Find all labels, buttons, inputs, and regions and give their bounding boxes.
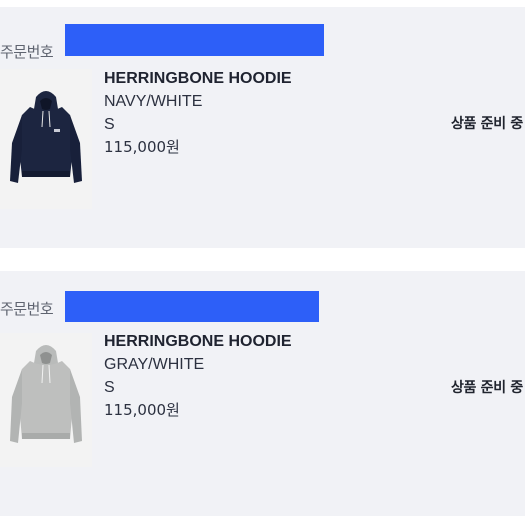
navy-hoodie-icon <box>10 91 82 183</box>
product-name[interactable]: HERRINGBONE HOODIE <box>104 67 292 90</box>
order-number-label: 주문번호 <box>0 43 54 61</box>
product-info: HERRINGBONE HOODIE NAVY/WHITE S 115,000원 <box>104 67 292 159</box>
product-price: 115,000원 <box>104 401 180 419</box>
product-image[interactable] <box>0 69 92 209</box>
product-name[interactable]: HERRINGBONE HOODIE <box>104 330 292 353</box>
order-list: 주문번호 HERRINGBONE HOODIE NAVY/WHITE S 115… <box>0 0 525 525</box>
order-status: 상품 준비 중 <box>450 380 523 396</box>
order-card[interactable]: 주문번호 HERRINGBONE HOODIE NAVY/WHITE S 115… <box>0 7 525 248</box>
gray-hoodie-icon <box>10 345 82 443</box>
product-color-option: NAVY/WHITE <box>104 93 203 110</box>
order-number-redacted <box>65 24 324 56</box>
product-size: S <box>104 116 115 133</box>
order-number-label: 주문번호 <box>0 300 54 318</box>
product-image[interactable] <box>0 333 92 467</box>
order-card[interactable]: 주문번호 HERRINGBONE HOODIE GRAY/WHITE S 115… <box>0 271 525 516</box>
product-info: HERRINGBONE HOODIE GRAY/WHITE S 115,000원 <box>104 330 292 422</box>
order-status: 상품 준비 중 <box>450 116 523 132</box>
product-color-option: GRAY/WHITE <box>104 356 205 373</box>
order-number-redacted <box>65 291 319 322</box>
product-size: S <box>104 379 115 396</box>
product-price: 115,000원 <box>104 138 180 156</box>
